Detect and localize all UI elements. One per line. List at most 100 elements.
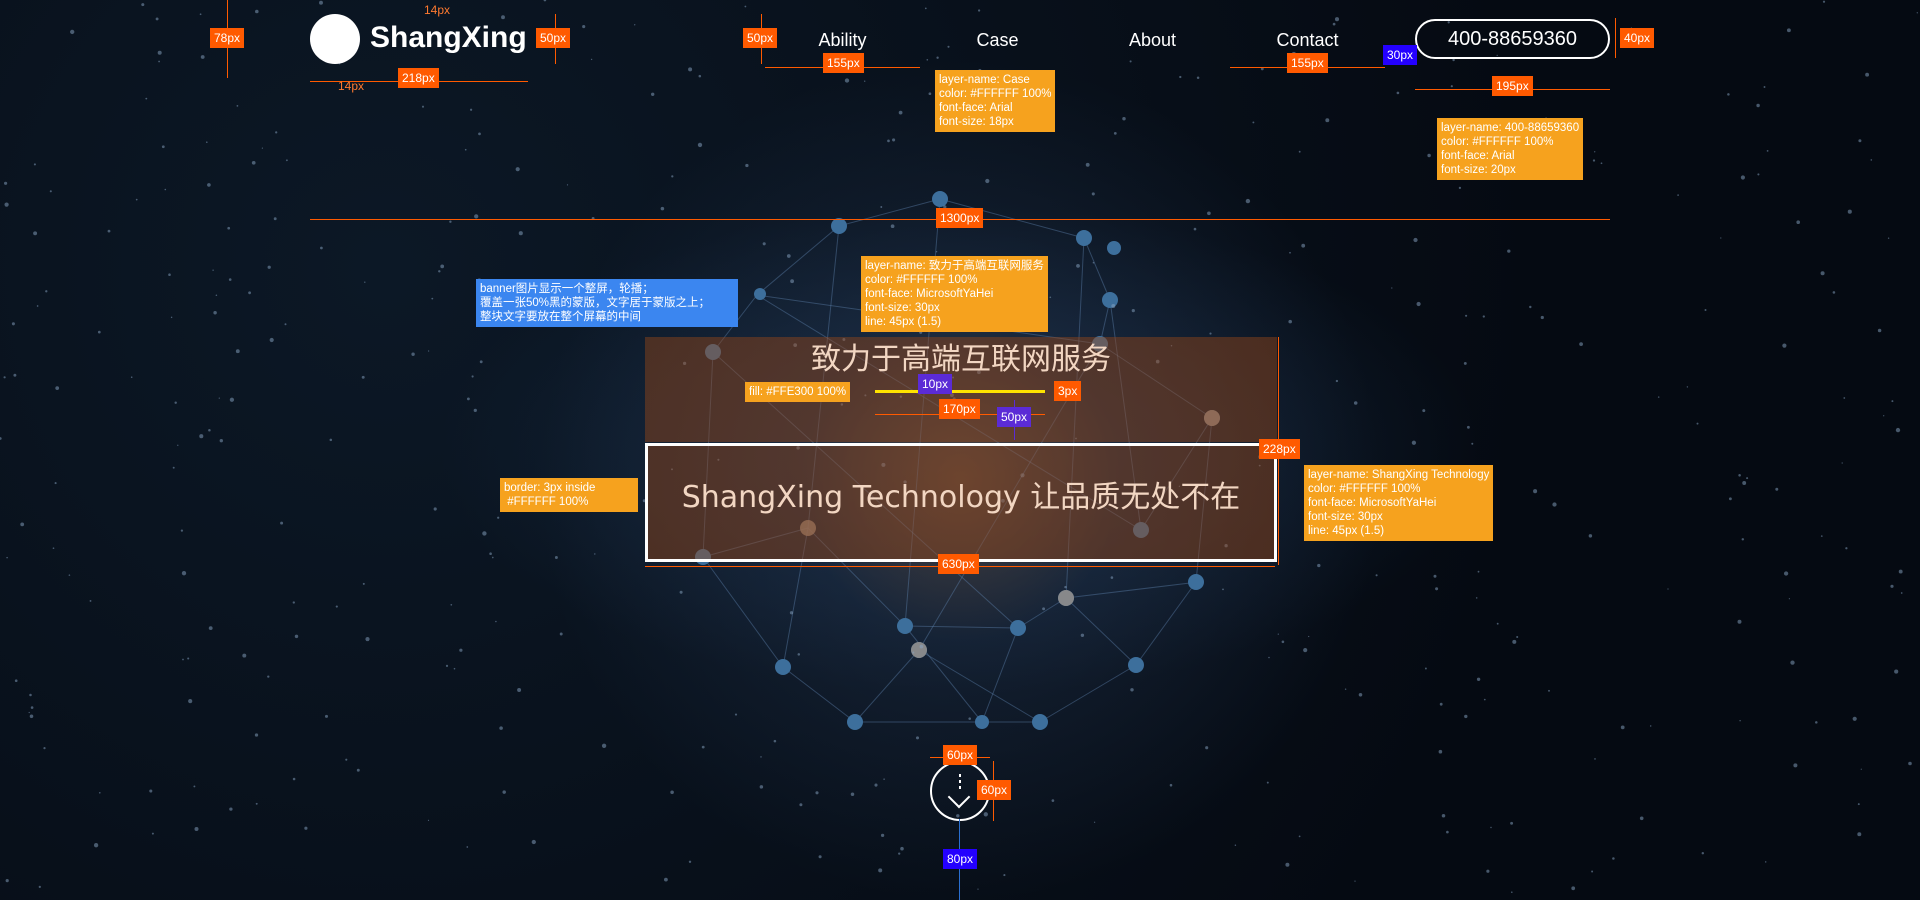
measure-tag: 50px bbox=[743, 28, 778, 48]
star bbox=[898, 852, 901, 855]
star bbox=[275, 131, 278, 134]
star bbox=[1667, 588, 1669, 590]
star bbox=[1727, 93, 1730, 96]
star bbox=[799, 803, 803, 807]
star bbox=[1471, 442, 1474, 445]
star bbox=[97, 330, 101, 334]
star bbox=[145, 97, 148, 100]
star bbox=[1344, 688, 1347, 690]
star bbox=[1375, 574, 1378, 577]
headline-accent-line bbox=[875, 390, 1045, 393]
star bbox=[1552, 502, 1557, 507]
star bbox=[900, 846, 904, 851]
nav-about[interactable]: About bbox=[1075, 26, 1230, 54]
star bbox=[1266, 781, 1269, 784]
star bbox=[1496, 622, 1499, 625]
star bbox=[1358, 693, 1363, 697]
star bbox=[227, 226, 231, 230]
star bbox=[365, 637, 370, 642]
star bbox=[1891, 400, 1894, 403]
measure-tag: 155px bbox=[823, 53, 864, 73]
star bbox=[1783, 571, 1789, 576]
star bbox=[818, 855, 822, 859]
logo-mark[interactable] bbox=[310, 14, 360, 64]
star bbox=[1465, 314, 1468, 317]
star bbox=[601, 743, 607, 748]
star bbox=[1612, 857, 1615, 860]
star bbox=[789, 611, 794, 615]
brand-name[interactable]: ShangXing bbox=[370, 16, 527, 60]
star bbox=[269, 337, 274, 343]
star bbox=[1877, 328, 1882, 333]
star bbox=[1738, 474, 1741, 477]
star bbox=[14, 679, 18, 683]
star bbox=[5, 879, 9, 883]
measure-tag: 40px bbox=[1620, 28, 1655, 48]
star bbox=[1091, 192, 1095, 196]
star bbox=[660, 206, 665, 211]
star bbox=[1463, 361, 1467, 365]
star bbox=[421, 105, 425, 108]
nav-contact[interactable]: Contact bbox=[1230, 26, 1385, 54]
star bbox=[4, 181, 8, 185]
star bbox=[213, 311, 217, 315]
star bbox=[1529, 305, 1532, 309]
measure-tag: 10px bbox=[918, 374, 953, 394]
star bbox=[1486, 869, 1490, 873]
star bbox=[1475, 597, 1478, 599]
phone-number-button[interactable]: 400-88659360 bbox=[1415, 19, 1610, 59]
star bbox=[1450, 85, 1453, 88]
star bbox=[489, 552, 492, 555]
star bbox=[1847, 209, 1852, 214]
star bbox=[29, 693, 32, 697]
star bbox=[887, 139, 890, 143]
star bbox=[1288, 319, 1292, 324]
star bbox=[878, 868, 883, 873]
star bbox=[744, 5, 747, 8]
star bbox=[464, 148, 467, 151]
star bbox=[182, 658, 184, 661]
star bbox=[180, 529, 184, 532]
star bbox=[898, 110, 903, 115]
star bbox=[1756, 103, 1760, 108]
star bbox=[177, 444, 179, 446]
star bbox=[164, 188, 167, 191]
star bbox=[438, 270, 441, 273]
star bbox=[181, 571, 187, 576]
star bbox=[93, 843, 99, 848]
star bbox=[1594, 151, 1596, 153]
star bbox=[936, 56, 939, 59]
star bbox=[1064, 585, 1067, 589]
star bbox=[107, 229, 111, 233]
nav-ability[interactable]: Ability bbox=[765, 26, 920, 54]
star bbox=[362, 582, 365, 585]
star bbox=[55, 386, 60, 390]
nav-case[interactable]: Case bbox=[920, 26, 1075, 54]
star bbox=[1764, 861, 1767, 863]
star bbox=[356, 768, 360, 772]
star bbox=[1540, 315, 1544, 320]
star bbox=[697, 142, 703, 148]
star bbox=[174, 401, 177, 404]
star bbox=[734, 713, 738, 716]
star bbox=[1441, 813, 1446, 818]
star bbox=[361, 375, 365, 379]
star bbox=[926, 59, 929, 61]
star bbox=[427, 819, 430, 822]
star bbox=[968, 717, 971, 720]
star bbox=[284, 323, 287, 326]
star bbox=[679, 590, 683, 594]
star bbox=[1205, 746, 1209, 750]
star bbox=[207, 183, 211, 187]
star bbox=[1413, 237, 1418, 243]
star bbox=[1325, 118, 1330, 123]
star bbox=[915, 736, 920, 740]
star bbox=[1281, 640, 1285, 644]
star bbox=[1908, 761, 1912, 766]
star bbox=[1588, 534, 1593, 538]
banner-headline: 致力于高端互联网服务 bbox=[811, 342, 1111, 377]
star bbox=[762, 242, 766, 246]
star bbox=[215, 294, 218, 297]
star bbox=[329, 438, 333, 442]
star bbox=[1131, 308, 1135, 313]
